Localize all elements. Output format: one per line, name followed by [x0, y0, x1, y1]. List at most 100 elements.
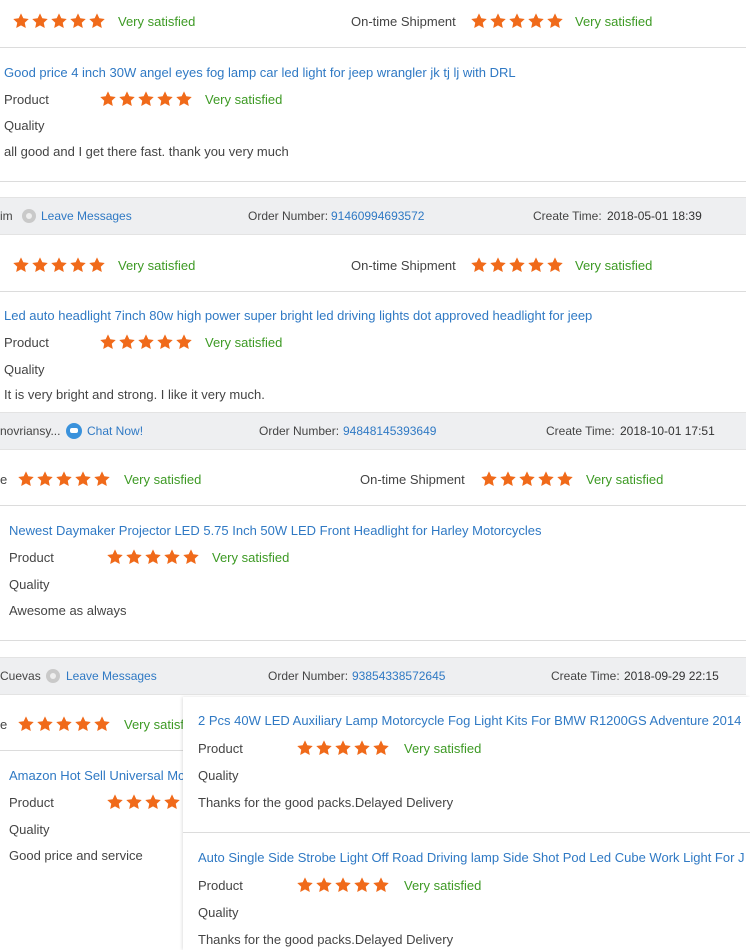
product-title-link[interactable]: Led auto headlight 7inch 80w high power … [4, 308, 592, 323]
star-icon [106, 793, 124, 811]
star-icon [296, 876, 314, 894]
star-icon [372, 739, 390, 757]
product-title-link[interactable]: Auto Single Side Strobe Light Off Road D… [198, 850, 745, 865]
product-title-link[interactable]: Amazon Hot Sell Universal Mc [9, 768, 185, 783]
star-icon [527, 12, 545, 30]
star-icon [88, 256, 106, 274]
order-header: Cuevas Leave Messages Order Number: 9385… [0, 657, 746, 695]
star-icon [125, 793, 143, 811]
star-icon [489, 256, 507, 274]
star-icon [518, 470, 536, 488]
create-time-value: 2018-05-01 18:39 [607, 209, 702, 223]
product-title-link[interactable]: 2 Pcs 40W LED Auxiliary Lamp Motorcycle … [198, 713, 741, 728]
star-icon [31, 12, 49, 30]
rating-stars [296, 876, 390, 894]
buyer-name: novriansy... [0, 424, 61, 438]
rating-stars [17, 715, 111, 733]
star-icon [353, 739, 371, 757]
order-header: im Leave Messages Order Number: 91460994… [0, 197, 746, 235]
order-header: novriansy... Chat Now! Order Number: 948… [0, 412, 746, 450]
star-icon [470, 12, 488, 30]
divider [0, 47, 746, 48]
divider [0, 181, 746, 182]
satisfaction-text: Very satisfied [124, 472, 202, 487]
chat-now-link[interactable]: Chat Now! [87, 424, 143, 438]
satisfaction-text: Very satisfied [586, 472, 664, 487]
rating-stars [106, 793, 181, 811]
star-icon [163, 548, 181, 566]
star-icon [106, 548, 124, 566]
star-icon [556, 470, 574, 488]
divider [183, 832, 750, 833]
star-icon [499, 470, 517, 488]
order-number-label: Order Number: [268, 669, 349, 683]
rating-stars [296, 739, 390, 757]
star-icon [508, 256, 526, 274]
order-number-value[interactable]: 91460994693572 [331, 209, 424, 223]
rating-stars [99, 333, 193, 351]
star-icon [69, 256, 87, 274]
satisfaction-text: Very satisfied [205, 92, 283, 107]
rating-stars [12, 256, 106, 274]
star-icon [12, 256, 30, 274]
quality-label: Quality [9, 822, 50, 837]
product-title-link[interactable]: Newest Daymaker Projector LED 5.75 Inch … [9, 523, 541, 538]
star-icon [69, 12, 87, 30]
star-icon [99, 333, 117, 351]
star-icon [93, 470, 111, 488]
star-icon [175, 333, 193, 351]
star-icon [144, 548, 162, 566]
satisfaction-text: Very satisfied [118, 14, 196, 29]
star-icon [508, 12, 526, 30]
satisfaction-text: Very satisfied [404, 741, 482, 756]
star-icon [334, 876, 352, 894]
buyer-name: Cuevas [0, 669, 41, 683]
star-icon [372, 876, 390, 894]
star-icon [50, 256, 68, 274]
star-icon [137, 333, 155, 351]
star-icon [480, 470, 498, 488]
message-icon[interactable] [46, 669, 60, 683]
star-icon [31, 256, 49, 274]
star-icon [17, 715, 35, 733]
leave-messages-link[interactable]: Leave Messages [66, 669, 157, 683]
review-comment: Awesome as always [9, 603, 127, 618]
create-time-value: 2018-10-01 17:51 [620, 424, 715, 438]
rating-stars [470, 12, 564, 30]
star-icon [74, 470, 92, 488]
order-number-value[interactable]: 94848145393649 [343, 424, 436, 438]
product-list-overlay: 2 Pcs 40W LED Auxiliary Lamp Motorcycle … [183, 697, 750, 950]
divider [0, 291, 746, 292]
star-icon [50, 12, 68, 30]
buyer-name: im [0, 209, 13, 223]
product-label: Product [198, 741, 243, 756]
leave-messages-link[interactable]: Leave Messages [41, 209, 132, 223]
star-icon [315, 739, 333, 757]
order-number-value[interactable]: 93854338572645 [352, 669, 445, 683]
satisfaction-text: Very satisfied [404, 878, 482, 893]
star-icon [88, 12, 106, 30]
on-time-label: On-time Shipment [360, 472, 465, 487]
star-icon [163, 793, 181, 811]
on-time-label: On-time Shipment [351, 258, 456, 273]
satisfaction-text: Very satisfied [212, 550, 290, 565]
star-icon [125, 548, 143, 566]
order-number-label: Order Number: [248, 209, 329, 223]
quality-label: Quality [198, 905, 239, 920]
star-icon [36, 715, 54, 733]
product-label: Product [9, 795, 54, 810]
chat-icon[interactable] [66, 423, 82, 439]
star-icon [55, 715, 73, 733]
quality-label: Quality [9, 577, 50, 592]
rating-stars [470, 256, 564, 274]
rating-stars [106, 548, 200, 566]
star-icon [175, 90, 193, 108]
message-icon[interactable] [22, 209, 36, 223]
star-icon [118, 333, 136, 351]
product-title-link[interactable]: Good price 4 inch 30W angel eyes fog lam… [4, 65, 516, 80]
product-label: Product [4, 92, 49, 107]
order-number-label: Order Number: [259, 424, 340, 438]
review-comment: It is very bright and strong. I like it … [4, 387, 265, 402]
review-comment: Good price and service [9, 848, 143, 863]
star-icon [315, 876, 333, 894]
